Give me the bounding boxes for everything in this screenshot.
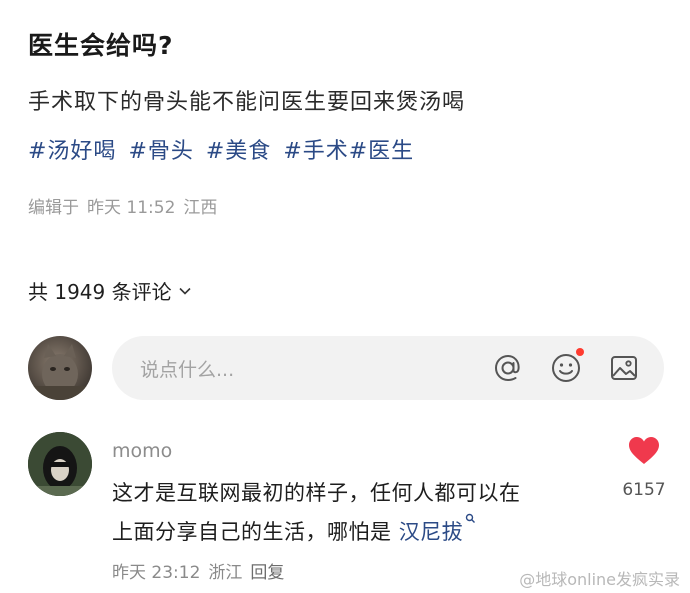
comment-line-1: 这才是互联网最初的样子，任何人都可以在 (112, 481, 521, 505)
tag-link[interactable]: #手术#医生 (283, 133, 414, 165)
post-body: 手术取下的骨头能不能问医生要回来煲汤喝 (28, 90, 466, 115)
tag-list: #汤好喝 #骨头 #美食 #手术#医生 (28, 133, 414, 165)
commenter-username[interactable]: momo (112, 440, 172, 462)
post-meta: 编辑于 昨天 11:52 江西 (28, 193, 217, 218)
tag-link[interactable]: #美食 (206, 133, 271, 165)
image-icon[interactable] (606, 350, 642, 386)
like-count: 6157 (622, 480, 666, 500)
comment-count-toggle[interactable]: 共 1949 条评论 (28, 276, 192, 305)
watermark: @地球online发疯实录 (519, 570, 680, 589)
tag-link[interactable]: #骨头 (128, 133, 193, 165)
comment-count-label: 共 1949 条评论 (28, 280, 172, 304)
comment-time: 昨天 23:12 (112, 563, 201, 583)
comment-text: 这才是互联网最初的样子，任何人都可以在 上面分享自己的生活，哪怕是 汉尼拔 (112, 474, 582, 552)
commenter-avatar[interactable] (28, 432, 92, 496)
user-avatar[interactable] (28, 336, 92, 400)
comment-meta: 昨天 23:12 浙江 回复 (112, 558, 284, 583)
edited-label: 编辑于 (28, 198, 79, 218)
comment-input[interactable]: 说点什么... (112, 336, 664, 400)
comment-input-placeholder: 说点什么... (140, 358, 235, 381)
chevron-down-icon (179, 287, 191, 295)
search-link[interactable]: 汉尼拔 (398, 513, 477, 544)
comment-line-2: 上面分享自己的生活，哪怕是 (112, 520, 392, 544)
reply-button[interactable]: 回复 (250, 558, 284, 583)
cat-photo (28, 344, 92, 400)
like-button[interactable]: 6157 (616, 436, 672, 500)
tag-link[interactable]: #汤好喝 (28, 133, 116, 165)
search-link-label: 汉尼拔 (398, 520, 464, 544)
post-location: 江西 (183, 198, 218, 218)
input-toolbar (490, 348, 642, 386)
post-title: 医生会给吗? (28, 31, 174, 60)
notification-dot (576, 348, 584, 356)
heart-icon (629, 437, 659, 464)
comment-location: 浙江 (208, 563, 243, 583)
search-icon (465, 513, 476, 523)
mention-icon[interactable] (490, 350, 526, 386)
post-time: 昨天 11:52 (87, 198, 176, 218)
emoji-icon[interactable] (548, 348, 584, 386)
commenter-photo (28, 432, 92, 496)
